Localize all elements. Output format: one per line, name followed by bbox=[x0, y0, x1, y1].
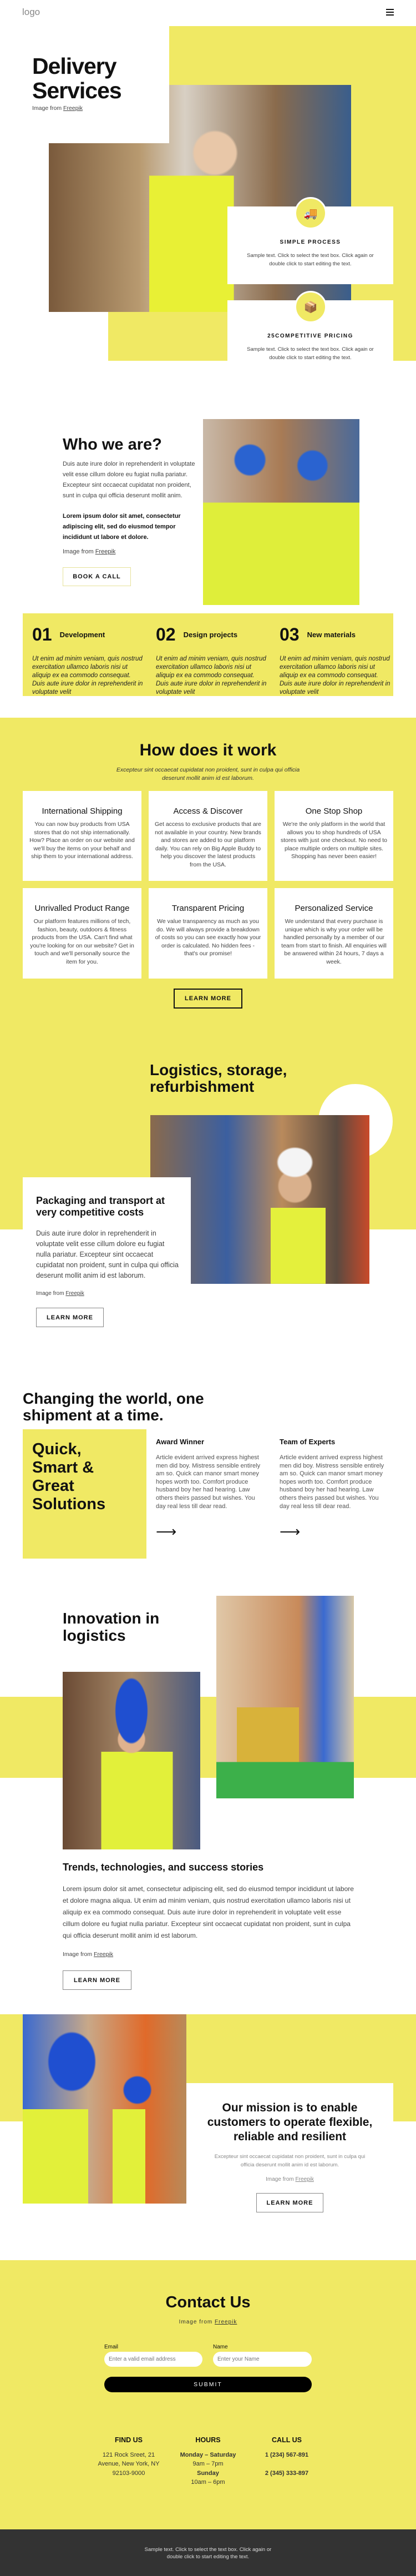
freepik-link[interactable]: Freepik bbox=[296, 2176, 314, 2182]
learn-more-button[interactable]: LEARN MORE bbox=[36, 1308, 104, 1327]
award-winner-item: Award Winner Article evident arrived expr… bbox=[156, 1438, 261, 1540]
footer-text: Sample text. Click to select the text bo… bbox=[144, 2547, 272, 2560]
logistics-title: Logistics, storage, refurbishment bbox=[150, 1061, 287, 1095]
how-card: Unrivalled Product Range Our platform fea… bbox=[23, 888, 141, 979]
how-title: How does it work bbox=[139, 741, 277, 759]
how-card: Personalized Service We understand that e… bbox=[275, 888, 393, 979]
workers-image bbox=[203, 419, 359, 605]
hamburger-icon[interactable] bbox=[386, 8, 394, 16]
innovation-subtitle: Trends, technologies, and success storie… bbox=[63, 1862, 264, 1873]
freepik-link[interactable]: Freepik bbox=[215, 2319, 237, 2325]
freepik-link[interactable]: Freepik bbox=[95, 548, 116, 555]
mission-card: Our mission is to enable customers to op… bbox=[186, 2083, 393, 2222]
email-label: Email bbox=[104, 2344, 119, 2350]
team-of-experts-item: Team of Experts Article evident arrived e… bbox=[280, 1438, 385, 1540]
name-input[interactable] bbox=[213, 2352, 312, 2367]
step-item: 02 Design projects Ut enim ad minim veniam… bbox=[156, 624, 267, 695]
who-bold-text: Lorem ipsum dolor sit amet, consectetur … bbox=[63, 513, 181, 541]
feature-text: Sample text. Click to select the text bo… bbox=[247, 253, 374, 267]
image-credit: Image from Freepik bbox=[36, 1290, 84, 1297]
logo[interactable]: logo bbox=[22, 7, 40, 18]
logistics-card-title: Packaging and transport at very competit… bbox=[36, 1195, 165, 1218]
who-text: Duis aute irure dolor in reprehenderit i… bbox=[63, 461, 195, 499]
image-credit: Image from Freepik bbox=[32, 105, 83, 112]
logistics-card: Packaging and transport at very competit… bbox=[23, 1177, 191, 1344]
learn-more-button[interactable]: LEARN MORE bbox=[63, 1970, 131, 1990]
automated-forklift-image bbox=[216, 1596, 354, 1798]
solutions-box: Quick, Smart & Great Solutions bbox=[23, 1429, 146, 1559]
how-card: One Stop Shop We're the only platform in … bbox=[275, 791, 393, 881]
arrow-right-icon[interactable]: ⟶ bbox=[156, 1524, 261, 1539]
feature-card-competitive-pricing: 📦 25COMPETITIVE PRICING Sample text. Cli… bbox=[227, 291, 393, 378]
mission-text: Excepteur sint occaecat cupidatat non pr… bbox=[214, 2154, 366, 2168]
hours-column: HOURS Monday – Saturday 9am – 7pm Sunday 10a… bbox=[180, 2436, 236, 2486]
step-item: 01 Development Ut enim ad minim veniam, qu… bbox=[32, 624, 143, 695]
image-credit: Image from Freepik bbox=[179, 2319, 237, 2325]
feature-title: 25COMPETITIVE PRICING bbox=[267, 333, 353, 339]
find-us-column: FIND US 121 Rock Sreet, 21 Avenue, New Yo… bbox=[98, 2436, 160, 2477]
feature-title: SIMPLE PROCESS bbox=[280, 239, 341, 245]
changing-title: Changing the world, one shipment at a ti… bbox=[23, 1390, 204, 1424]
feature-card-simple-process: 🚚 SIMPLE PROCESS Sample text. Click to s… bbox=[227, 197, 393, 284]
learn-more-button[interactable]: LEARN MORE bbox=[174, 989, 242, 1009]
how-card: Access & Discover Get access to exclusive… bbox=[149, 791, 267, 881]
step-item: 03 New materials Ut enim ad minim veniam, … bbox=[280, 624, 390, 695]
how-subtitle: Excepteur sint occaecat cupidatat non pr… bbox=[116, 767, 300, 782]
image-credit: Image from Freepik bbox=[266, 2176, 314, 2182]
worker-phone-image bbox=[63, 1672, 200, 1849]
email-input[interactable] bbox=[104, 2352, 202, 2367]
learn-more-button[interactable]: LEARN MORE bbox=[256, 2193, 323, 2212]
how-card: International Shipping You can now buy pr… bbox=[23, 791, 141, 881]
freepik-link[interactable]: Freepik bbox=[65, 1290, 84, 1297]
book-a-call-button[interactable]: BOOK A CALL bbox=[63, 567, 131, 586]
workers-inventory-image bbox=[23, 2014, 186, 2204]
image-credit: Image from Freepik bbox=[63, 1951, 114, 1958]
logistics-card-text: Duis aute irure dolor in reprehenderit i… bbox=[36, 1229, 179, 1279]
mission-title: Our mission is to enable customers to op… bbox=[207, 2101, 373, 2143]
delivery-truck-icon: 🚚 bbox=[295, 197, 327, 229]
phone-link[interactable]: 1 (234) 567-891 bbox=[265, 2452, 308, 2458]
arrow-right-icon[interactable]: ⟶ bbox=[280, 1524, 385, 1539]
freepik-link[interactable]: Freepik bbox=[63, 105, 83, 112]
contact-title: Contact Us bbox=[165, 2293, 251, 2311]
call-us-column: CALL US 1 (234) 567-891 2 (345) 333-897 bbox=[265, 2436, 309, 2477]
image-credit: Image from Freepik bbox=[63, 548, 116, 555]
innovation-text: Lorem ipsum dolor sit amet, consectetur … bbox=[63, 1885, 354, 1939]
feature-text: Sample text. Click to select the text bo… bbox=[247, 346, 374, 361]
submit-button[interactable]: SUBMIT bbox=[104, 2377, 312, 2392]
name-label: Name bbox=[213, 2344, 228, 2350]
freepik-link[interactable]: Freepik bbox=[94, 1951, 113, 1958]
who-title: Who we are? bbox=[63, 436, 162, 453]
package-box-icon: 📦 bbox=[295, 291, 327, 323]
hero-title-box: Delivery Services Image from Freepik bbox=[0, 26, 169, 143]
phone-link[interactable]: 2 (345) 333-897 bbox=[265, 2470, 308, 2477]
footer: Sample text. Click to select the text bo… bbox=[0, 2529, 416, 2576]
innovation-title: Innovation in logistics bbox=[63, 1610, 160, 1644]
how-card: Transparent Pricing We value transparency… bbox=[149, 888, 267, 979]
page-title: Delivery Services bbox=[32, 53, 122, 103]
